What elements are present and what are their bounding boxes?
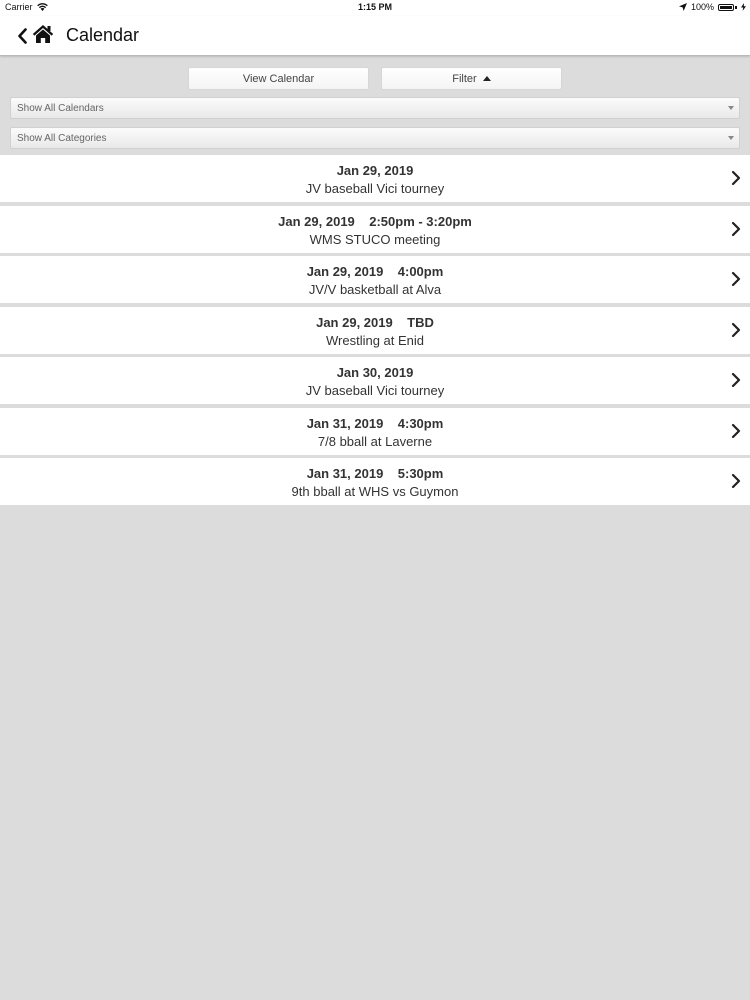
location-arrow-icon — [678, 3, 687, 11]
nav-bar: Calendar — [0, 16, 750, 56]
event-date: Jan 31, 2019 — [306, 415, 384, 431]
event-time: TBD — [407, 314, 434, 330]
view-calendar-button[interactable]: View Calendar — [188, 67, 369, 90]
event-title: JV baseball Vici tourney — [305, 383, 445, 398]
view-calendar-label: View Calendar — [242, 72, 315, 85]
home-button[interactable] — [32, 24, 54, 46]
battery-percent: 100% — [690, 2, 714, 12]
event-time: 4:30pm — [397, 415, 444, 431]
event-date-time: Jan 31, 2019 5:30pm — [0, 466, 750, 481]
event-title: 7/8 bball at Laverne — [317, 433, 433, 449]
battery-icon — [718, 3, 734, 11]
event-date: Jan 29, 2019 — [316, 314, 393, 330]
event-list: Jan 29, 2019 JV baseball Vici tourney Jan … — [0, 155, 750, 509]
event-date: Jan 30, 2019 — [336, 365, 414, 380]
event-title: JV/V basketball at Alva — [308, 282, 442, 297]
chevron-right-icon — [731, 372, 741, 388]
page-title: Calendar — [66, 25, 140, 45]
event-row[interactable]: Jan 29, 2019 TBD Wrestling at Enid — [0, 306, 750, 354]
event-row[interactable]: Jan 29, 2019 JV baseball Vici tourney — [0, 155, 750, 202]
charging-bolt-icon — [741, 3, 746, 11]
event-date-time: Jan 31, 2019 4:30pm — [0, 416, 750, 431]
back-button[interactable] — [14, 25, 30, 47]
chevron-right-icon — [731, 473, 741, 489]
event-row[interactable]: Jan 31, 2019 5:30pm 9th bball at WHS vs G… — [0, 458, 750, 505]
event-date-time: Jan 29, 2019 TBD — [0, 315, 750, 330]
battery-tip-icon — [735, 5, 737, 9]
event-date: Jan 31, 2019 — [306, 466, 384, 481]
chevron-right-icon — [731, 423, 741, 438]
event-title: WMS STUCO meeting — [309, 231, 441, 247]
category-select[interactable]: Show All Categories — [10, 127, 740, 149]
event-date: Jan 29, 2019 — [278, 213, 355, 229]
filter-label: Filter — [452, 72, 477, 85]
event-time: 5:30pm — [397, 466, 444, 481]
dropdown-caret-icon — [728, 136, 734, 140]
event-date: Jan 29, 2019 — [336, 163, 414, 178]
home-icon — [32, 25, 54, 43]
event-row[interactable]: Jan 29, 2019 2:50pm - 3:20pm WMS STUCO me… — [0, 205, 750, 253]
status-bar: Carrier 1:15 PM 100% — [0, 0, 750, 16]
calendar-select-value: Show All Calendars — [17, 103, 104, 114]
event-row[interactable]: Jan 30, 2019 JV baseball Vici tourney — [0, 357, 750, 404]
event-date-time: Jan 30, 2019 — [0, 365, 750, 380]
event-date: Jan 29, 2019 — [306, 264, 384, 279]
calendar-select[interactable]: Show All Calendars — [10, 97, 740, 119]
chevron-right-icon — [731, 221, 741, 236]
event-date-time: Jan 29, 2019 2:50pm - 3:20pm — [0, 214, 750, 229]
category-select-value: Show All Categories — [17, 133, 107, 144]
status-right: 100% — [678, 2, 746, 12]
event-row[interactable]: Jan 29, 2019 4:00pm JV/V basketball at Al… — [0, 256, 750, 303]
event-title: JV baseball Vici tourney — [305, 181, 445, 196]
event-row[interactable]: Jan 31, 2019 4:30pm 7/8 bball at Laverne — [0, 407, 750, 455]
chevron-right-icon — [731, 170, 741, 186]
event-title: Wrestling at Enid — [325, 332, 425, 348]
dropdown-caret-icon — [728, 106, 734, 110]
event-date-time: Jan 29, 2019 — [0, 163, 750, 178]
status-time: 1:15 PM — [357, 2, 392, 12]
event-title: 9th bball at WHS vs Guymon — [291, 484, 459, 499]
filter-button[interactable]: Filter — [381, 67, 562, 90]
chevron-right-icon — [731, 322, 741, 337]
event-date-time: Jan 29, 2019 4:00pm — [0, 264, 750, 279]
event-time: 2:50pm - 3:20pm — [369, 213, 472, 229]
chevron-right-icon — [731, 271, 741, 287]
event-time: 4:00pm — [397, 264, 444, 279]
chevron-left-icon — [18, 28, 27, 44]
caret-up-icon — [482, 76, 491, 81]
